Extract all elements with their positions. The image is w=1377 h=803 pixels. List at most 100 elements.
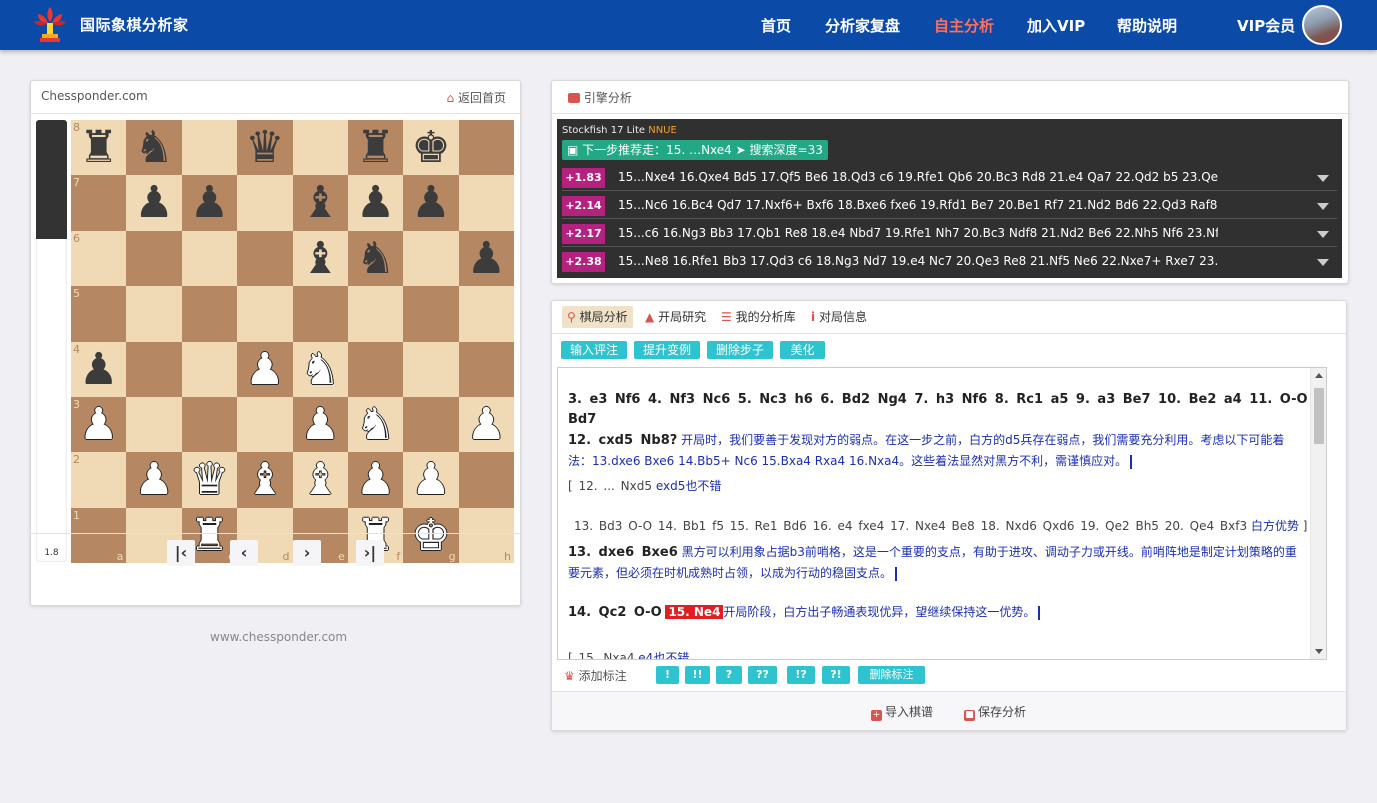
square-h4[interactable] bbox=[458, 341, 514, 397]
annot-interesting-button[interactable]: !? bbox=[787, 666, 815, 684]
square-f3[interactable]: ♞ bbox=[347, 396, 404, 453]
square-a7[interactable]: 7 bbox=[71, 175, 127, 231]
square-g6[interactable] bbox=[403, 230, 459, 287]
brand-title[interactable]: 国际象棋分析家 bbox=[80, 14, 189, 35]
logo-icon[interactable] bbox=[30, 4, 70, 46]
nav-item-home[interactable]: 首页 bbox=[761, 15, 791, 36]
black-pawn-icon[interactable]: ♟ bbox=[348, 175, 403, 230]
engine-line[interactable]: +2.17 15...c6 16.Ng3 Bb3 17.Qb1 Re8 18.e… bbox=[562, 221, 1337, 247]
comment-text[interactable]: 白方优势 bbox=[1251, 519, 1299, 533]
square-e2[interactable]: ♝ bbox=[292, 452, 348, 508]
prev-move-button[interactable]: ‹ bbox=[230, 540, 258, 566]
black-bishop-icon[interactable]: ♝ bbox=[293, 175, 348, 230]
scrollbar-thumb[interactable] bbox=[1314, 388, 1324, 444]
move-text[interactable]: 14. Qc2 O-O bbox=[568, 605, 662, 620]
black-knight-icon[interactable]: ♞ bbox=[126, 120, 181, 175]
tab-opening-study[interactable]: ▲ 开局研究 bbox=[640, 306, 711, 328]
white-pawn-icon[interactable]: ♟ bbox=[126, 452, 181, 507]
move-text[interactable]: 3. e3 Nf6 4. Nf3 Nc6 5. Nc3 h6 6. Bd2 Ng… bbox=[568, 390, 1308, 430]
white-pawn-icon[interactable]: ♟ bbox=[403, 452, 458, 507]
black-queen-icon[interactable]: ♛ bbox=[237, 120, 292, 175]
nav-item-self-analysis[interactable]: 自主分析 bbox=[934, 15, 994, 36]
square-g2[interactable]: ♟ bbox=[403, 452, 459, 508]
white-knight-icon[interactable]: ♞ bbox=[348, 397, 403, 452]
square-b8[interactable]: ♞ bbox=[126, 120, 182, 176]
square-b2[interactable]: ♟ bbox=[126, 452, 182, 508]
chevron-down-icon[interactable] bbox=[1317, 203, 1329, 210]
nav-item-replay[interactable]: 分析家复盘 bbox=[825, 15, 900, 36]
square-a4[interactable]: 4 ♟ bbox=[71, 341, 127, 397]
square-b6[interactable] bbox=[126, 230, 182, 287]
square-a8[interactable]: 8 ♜ bbox=[71, 120, 127, 176]
square-e6[interactable]: ♝ bbox=[292, 230, 348, 287]
chess-board[interactable]: 8♜♞♛♜♚7♟♟♝♟♟6♝♞♟54♟♟♞3♟♟♞♟2♟♛♝♝♟♟1abc♜de… bbox=[71, 120, 514, 563]
chevron-down-icon[interactable] bbox=[1317, 175, 1329, 182]
black-rook-icon[interactable]: ♜ bbox=[71, 120, 126, 175]
square-g5[interactable] bbox=[403, 286, 459, 342]
white-pawn-icon[interactable]: ♟ bbox=[71, 397, 126, 452]
square-c7[interactable]: ♟ bbox=[181, 175, 238, 231]
chevron-down-icon[interactable] bbox=[1317, 259, 1329, 266]
square-b7[interactable]: ♟ bbox=[126, 175, 182, 231]
square-g4[interactable] bbox=[403, 341, 459, 397]
black-knight-icon[interactable]: ♞ bbox=[348, 231, 403, 286]
notation-box[interactable]: 3. e3 Nf6 4. Nf3 Nc6 5. Nc3 h6 6. Bd2 Ng… bbox=[557, 367, 1327, 660]
engine-line[interactable]: +2.14 15...Nc6 16.Bc4 Qd7 17.Nxf6+ Bxf6 … bbox=[562, 193, 1337, 219]
square-g7[interactable]: ♟ bbox=[403, 175, 459, 231]
black-pawn-icon[interactable]: ♟ bbox=[403, 175, 458, 230]
engine-line[interactable]: +1.83 15...Nxe4 16.Qxe4 Bd5 17.Qf5 Be6 1… bbox=[562, 165, 1337, 191]
white-pawn-icon[interactable]: ♟ bbox=[348, 452, 403, 507]
save-analysis-button[interactable]: ■ 保存分析 bbox=[964, 703, 1026, 721]
square-d4[interactable]: ♟ bbox=[237, 341, 293, 397]
white-knight-icon[interactable]: ♞ bbox=[293, 342, 348, 397]
tab-my-library[interactable]: ☰ 我的分析库 bbox=[716, 306, 801, 328]
square-b5[interactable] bbox=[126, 286, 182, 342]
square-b3[interactable] bbox=[126, 396, 182, 453]
tab-game-analysis[interactable]: ⚲ 棋局分析 bbox=[562, 306, 633, 328]
square-b4[interactable] bbox=[126, 341, 182, 397]
square-g3[interactable] bbox=[403, 396, 459, 453]
square-f5[interactable] bbox=[347, 286, 404, 342]
square-f6[interactable]: ♞ bbox=[347, 230, 404, 287]
square-c6[interactable] bbox=[181, 230, 238, 287]
annot-brilliant-button[interactable]: !! bbox=[685, 666, 710, 684]
square-c5[interactable] bbox=[181, 286, 238, 342]
black-rook-icon[interactable]: ♜ bbox=[348, 120, 403, 175]
back-home-link[interactable]: ⌂ 返回首页 bbox=[447, 89, 506, 106]
square-f8[interactable]: ♜ bbox=[347, 120, 404, 176]
import-pgn-button[interactable]: + 导入棋谱 bbox=[871, 703, 933, 721]
white-pawn-icon[interactable]: ♟ bbox=[237, 342, 292, 397]
square-c3[interactable] bbox=[181, 396, 238, 453]
square-d5[interactable] bbox=[237, 286, 293, 342]
annot-mistake-button[interactable]: ? bbox=[716, 666, 742, 684]
white-bishop-icon[interactable]: ♝ bbox=[237, 452, 292, 507]
square-h7[interactable] bbox=[458, 175, 514, 231]
square-a6[interactable]: 6 bbox=[71, 230, 127, 287]
black-pawn-icon[interactable]: ♟ bbox=[71, 342, 126, 397]
black-pawn-icon[interactable]: ♟ bbox=[182, 175, 237, 230]
nav-vip-member[interactable]: VIP会员 bbox=[1237, 15, 1295, 36]
scroll-up-icon[interactable] bbox=[1315, 373, 1323, 378]
notation-scrollbar[interactable] bbox=[1310, 368, 1326, 659]
white-queen-icon[interactable]: ♛ bbox=[182, 452, 237, 507]
beautify-button[interactable]: 美化 bbox=[780, 341, 825, 359]
square-e4[interactable]: ♞ bbox=[292, 341, 348, 397]
square-h3[interactable]: ♟ bbox=[458, 396, 514, 453]
next-move-button[interactable]: › bbox=[293, 540, 321, 566]
comment-text[interactable]: 黑方可以利用象占据b3前哨格，这是一个重要的支点，有助于进攻、调动子力或开线。前… bbox=[568, 545, 1297, 580]
move-text[interactable]: 12. cxd5 Nb8? bbox=[568, 433, 677, 448]
square-d2[interactable]: ♝ bbox=[237, 452, 293, 508]
footer-site[interactable]: www.chessponder.com bbox=[210, 630, 347, 644]
square-e7[interactable]: ♝ bbox=[292, 175, 348, 231]
white-pawn-icon[interactable]: ♟ bbox=[293, 397, 348, 452]
square-h5[interactable] bbox=[458, 286, 514, 342]
engine-line[interactable]: +2.38 15...Ne8 16.Rfe1 Bb3 17.Qd3 c6 18.… bbox=[562, 249, 1337, 275]
nav-item-join-vip[interactable]: 加入VIP bbox=[1027, 15, 1085, 36]
last-move-button[interactable]: ›| bbox=[356, 540, 384, 566]
square-f2[interactable]: ♟ bbox=[347, 452, 404, 508]
variation-move[interactable]: 13. Bd3 O-O 14. Bb1 f5 15. Re1 Bd6 16. e… bbox=[574, 519, 1247, 533]
annot-dubious-button[interactable]: ?! bbox=[822, 666, 850, 684]
black-bishop-icon[interactable]: ♝ bbox=[293, 231, 348, 286]
nav-item-help[interactable]: 帮助说明 bbox=[1117, 15, 1177, 36]
square-e3[interactable]: ♟ bbox=[292, 396, 348, 453]
